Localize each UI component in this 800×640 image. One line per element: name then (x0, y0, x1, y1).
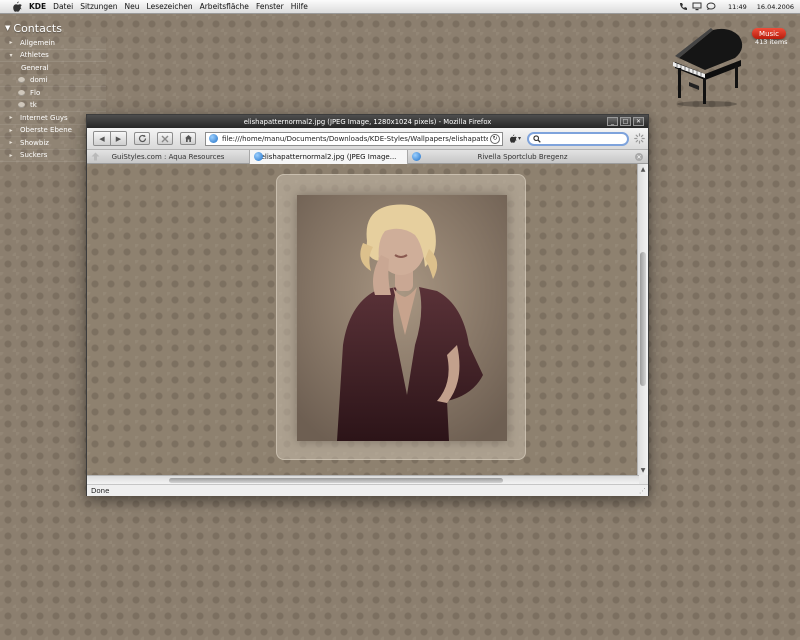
menu-arbeitsflaeche[interactable]: Arbeitsfläche (200, 2, 249, 11)
group-collapsed-icon: ▸ (9, 139, 13, 147)
wallpaper-photo (297, 195, 507, 441)
menu-lesezeichen[interactable]: Lesezeichen (147, 2, 193, 11)
tab-label: Rivella Sportclub Bregenz (477, 152, 568, 161)
status-bubble-icon (18, 77, 25, 84)
tab-rivella[interactable]: Rivella Sportclub Bregenz (408, 150, 637, 164)
search-engine-selector[interactable]: ▾ (509, 134, 525, 143)
group-label: Suckers (20, 151, 48, 160)
grand-piano-icon[interactable] (665, 24, 747, 108)
reload-icon (138, 134, 146, 143)
menu-neu[interactable]: Neu (125, 2, 140, 11)
window-title: elishapatternormal2.jpg (JPEG Image, 128… (243, 117, 492, 126)
status-bar: Done ⋰ (87, 484, 648, 496)
contact-label: tk (30, 101, 37, 110)
group-collapsed-icon: ▸ (9, 39, 13, 47)
group-collapsed-icon: ▸ (9, 114, 13, 122)
home-button[interactable] (180, 132, 196, 145)
forward-button[interactable]: ▶ (110, 132, 126, 145)
menu-app-name[interactable]: KDE (29, 2, 46, 11)
tab-bar: GuiStyles.com : Aqua Resources elishapat… (87, 149, 648, 164)
tab-guistyles[interactable]: GuiStyles.com : Aqua Resources (87, 149, 250, 164)
group-expanded-icon: ▾ (9, 51, 13, 59)
contact-subgroup-general[interactable]: General (0, 62, 106, 75)
music-item-count: 413 items (755, 38, 788, 46)
activity-throbber-icon (633, 133, 645, 145)
search-icon (533, 134, 541, 143)
close-window-button[interactable]: ✕ (633, 117, 644, 126)
image-frame (276, 174, 526, 460)
globe-favicon-icon (412, 151, 421, 161)
back-forward-group: ◀ ▶ (93, 131, 127, 146)
apple-engine-icon (509, 134, 517, 143)
stop-button[interactable] (157, 132, 173, 145)
clock[interactable]: 11:49 (728, 3, 747, 11)
date[interactable]: 16.04.2006 (757, 3, 794, 11)
up-arrow-favicon-icon (91, 152, 100, 161)
stop-icon (161, 135, 169, 142)
scroll-up-icon[interactable]: ▲ (639, 165, 647, 173)
menu-datei[interactable]: Datei (53, 2, 73, 11)
close-tab-icon[interactable]: ✕ (635, 153, 643, 161)
contact-tk[interactable]: tk (0, 99, 106, 112)
contact-label: Flo (30, 88, 41, 97)
group-label: General (21, 63, 49, 72)
apple-menu-icon[interactable] (11, 1, 23, 13)
phone-icon[interactable] (678, 2, 688, 11)
contact-group-allgemein[interactable]: ▸ Allgemein (0, 37, 106, 50)
group-collapsed-icon: ▸ (9, 126, 13, 134)
monitor-icon[interactable] (692, 2, 702, 11)
back-button[interactable]: ◀ (94, 132, 110, 145)
group-label: Internet Guys (20, 113, 68, 122)
tab-label: GuiStyles.com : Aqua Resources (111, 152, 225, 161)
menubar: KDE Datei Sitzungen Neu Lesezeichen Arbe… (0, 0, 800, 14)
group-collapsed-icon: ▸ (9, 151, 13, 159)
horizontal-scroll-thumb[interactable] (169, 478, 503, 483)
go-button[interactable]: ↻ (490, 133, 500, 144)
expand-triangle-icon[interactable]: ▼ (5, 24, 10, 32)
resize-grip-icon[interactable]: ⋰ (639, 487, 646, 495)
navigation-toolbar: ◀ ▶ file:///home/manu/Documents/Download… (87, 128, 648, 150)
maximize-button[interactable]: □ (620, 117, 631, 126)
status-text: Done (91, 486, 110, 495)
window-titlebar[interactable]: elishapatternormal2.jpg (JPEG Image, 128… (87, 115, 648, 128)
status-bubble-icon (18, 89, 25, 96)
url-bar[interactable]: file:///home/manu/Documents/Downloads/KD… (205, 131, 503, 146)
contact-flo[interactable]: Flo (0, 87, 106, 100)
contacts-header[interactable]: ▼ Contacts (0, 20, 106, 36)
menu-sitzungen[interactable]: Sitzungen (80, 2, 117, 11)
contact-domi[interactable]: domi (0, 74, 106, 87)
firefox-window: elishapatternormal2.jpg (JPEG Image, 128… (86, 114, 649, 496)
home-icon (184, 135, 192, 142)
status-bubble-icon (18, 102, 25, 109)
group-label: Allgemein (20, 38, 55, 47)
site-globe-icon (209, 134, 218, 143)
chat-bubble-icon[interactable] (706, 2, 716, 11)
tab-elishapattern[interactable]: elishapatternormal2.jpg (JPEG Image... (250, 149, 408, 164)
group-label: Showbiz (20, 138, 49, 147)
vertical-scroll-thumb[interactable] (640, 252, 646, 386)
reload-button[interactable] (134, 132, 150, 145)
page-content (87, 164, 639, 475)
window-controls: _ □ ✕ (607, 117, 644, 126)
url-input[interactable]: file:///home/manu/Documents/Downloads/KD… (222, 135, 488, 143)
globe-favicon-icon (254, 151, 263, 161)
tab-label: elishapatternormal2.jpg (JPEG Image... (260, 152, 397, 161)
contact-group-athletes[interactable]: ▾ Athletes (0, 49, 106, 62)
search-field[interactable] (527, 131, 629, 146)
menu-hilfe[interactable]: Hilfe (291, 2, 308, 11)
contacts-title: Contacts (13, 21, 62, 35)
menu-fenster[interactable]: Fenster (256, 2, 284, 11)
scroll-down-icon[interactable]: ▼ (639, 466, 647, 474)
horizontal-scrollbar[interactable] (87, 475, 639, 484)
system-tray: 11:49 16.04.2006 (678, 2, 800, 11)
contact-label: domi (30, 76, 48, 85)
minimize-button[interactable]: _ (607, 117, 618, 126)
group-label: Oberste Ebene (20, 126, 72, 135)
chevron-down-icon: ▾ (518, 135, 522, 142)
group-label: Athletes (20, 51, 49, 60)
vertical-scrollbar[interactable]: ▲ ▼ (637, 164, 648, 475)
